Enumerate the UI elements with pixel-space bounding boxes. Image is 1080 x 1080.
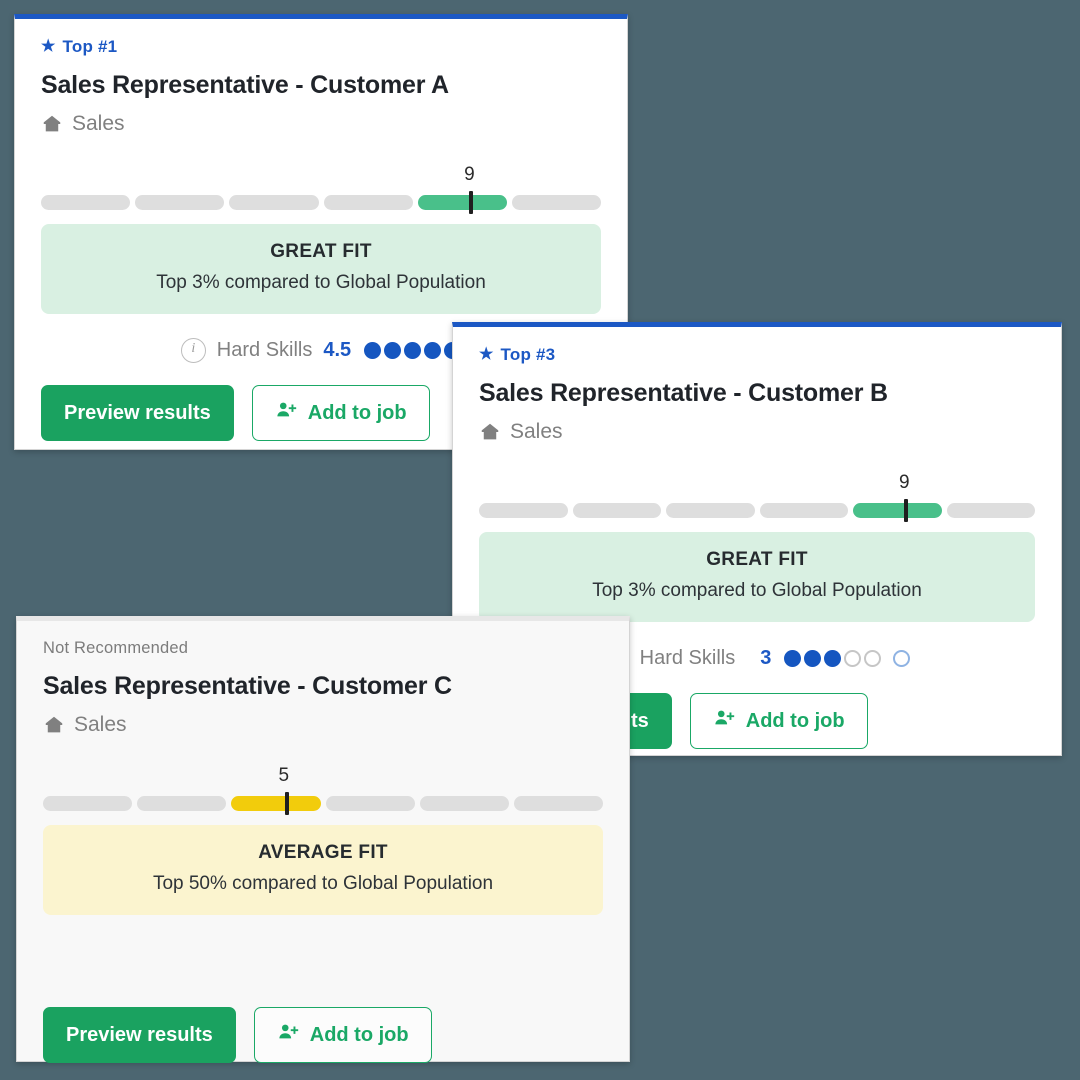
score-segment-active — [231, 792, 321, 815]
star-icon: ★ — [479, 346, 494, 363]
rating-dot — [824, 650, 842, 667]
score-segment-active — [853, 499, 942, 522]
department-label: Sales — [72, 112, 125, 135]
rating-dot — [364, 342, 382, 359]
candidate-card-c[interactable]: Not Recommended Sales Representative - C… — [16, 616, 630, 1063]
department-row-b: Sales — [479, 420, 1035, 444]
rating-dot-extra — [893, 650, 911, 667]
rating-dot — [844, 650, 862, 667]
score-segment — [479, 503, 568, 518]
fit-label: GREAT FIT — [706, 549, 808, 570]
score-segment — [229, 195, 319, 210]
preview-results-button[interactable]: Preview results — [43, 1007, 236, 1063]
score-marker — [469, 191, 474, 214]
hard-skills-value: 3 — [760, 647, 772, 669]
hard-skills-label: Hard Skills — [216, 339, 313, 361]
rank-badge-label: Not Recommended — [43, 639, 189, 657]
score-segment — [135, 195, 225, 210]
home-icon — [479, 421, 501, 443]
score-segment — [41, 195, 131, 210]
department-row-c: Sales — [43, 713, 603, 737]
rank-badge-label: Top #3 — [500, 345, 556, 364]
add-to-job-button[interactable]: Add to job — [251, 385, 430, 441]
add-to-job-label: Add to job — [745, 709, 845, 732]
page-title-c: Sales Representative - Customer C — [43, 672, 452, 700]
fit-label: GREAT FIT — [270, 241, 372, 262]
person-add-icon — [275, 399, 297, 427]
person-add-icon — [713, 707, 735, 735]
add-to-job-label: Add to job — [309, 1023, 409, 1046]
score-segment — [419, 796, 509, 811]
hard-skills-dots — [364, 342, 462, 359]
home-icon — [43, 714, 65, 736]
rating-dot — [784, 650, 802, 667]
score-segment-active — [417, 191, 507, 214]
fit-subtitle: Top 50% compared to Global Population — [152, 873, 494, 894]
score-segment — [513, 796, 604, 811]
score-value-b: 9 — [899, 472, 910, 493]
rank-badge-c: Not Recommended — [43, 621, 603, 658]
person-add-icon — [277, 1021, 299, 1049]
department-label: Sales — [74, 713, 127, 736]
fit-badge-a: GREAT FIT Top 3% compared to Global Popu… — [41, 224, 601, 314]
hard-skills-dots — [784, 650, 911, 667]
department-label: Sales — [510, 420, 563, 443]
score-marker — [904, 499, 909, 522]
fit-badge-c: AVERAGE FIT Top 50% compared to Global P… — [43, 825, 603, 915]
fit-subtitle: Top 3% compared to Global Population — [156, 272, 486, 293]
score-segment — [572, 503, 661, 518]
score-segment — [666, 503, 755, 518]
home-icon — [41, 113, 63, 135]
department-row-a: Sales — [41, 112, 601, 136]
hard-skills-value: 4.5 — [323, 339, 352, 361]
hard-skills-label: Hard Skills — [639, 647, 736, 669]
score-segment — [323, 195, 413, 210]
page-title-a: Sales Representative - Customer A — [41, 71, 449, 99]
rating-dot — [864, 650, 882, 667]
action-buttons-c: Preview results Add to job — [43, 1007, 603, 1063]
score-marker — [284, 792, 289, 815]
score-bar-b: 9 — [479, 472, 1035, 522]
add-to-job-button[interactable]: Add to job — [253, 1007, 432, 1063]
rating-dot — [384, 342, 402, 359]
rank-badge-a: ★ Top #1 — [41, 19, 601, 57]
score-value-c: 5 — [278, 765, 290, 786]
add-to-job-label: Add to job — [307, 401, 407, 424]
rank-badge-label: Top #1 — [62, 37, 118, 56]
rating-dot — [804, 650, 822, 667]
score-segment — [759, 503, 848, 518]
score-bar-c: 5 — [43, 765, 604, 815]
rating-dot — [424, 342, 442, 359]
star-icon: ★ — [41, 38, 56, 55]
preview-results-button[interactable]: Preview results — [41, 385, 234, 441]
fit-label: AVERAGE FIT — [258, 842, 388, 863]
fit-badge-b: GREAT FIT Top 3% compared to Global Popu… — [479, 532, 1035, 622]
info-circle-icon[interactable]: i — [180, 338, 206, 363]
rating-dot — [404, 342, 422, 359]
score-segment — [946, 503, 1035, 518]
score-segment — [325, 796, 415, 811]
rank-badge-b: ★ Top #3 — [479, 327, 1035, 365]
score-segment — [137, 796, 227, 811]
score-segment — [43, 796, 133, 811]
score-value-a: 9 — [464, 164, 475, 185]
score-bar-a: 9 — [41, 164, 602, 214]
add-to-job-button[interactable]: Add to job — [689, 693, 868, 749]
fit-subtitle: Top 3% compared to Global Population — [592, 580, 922, 601]
score-segment — [511, 195, 602, 210]
page-title-b: Sales Representative - Customer B — [479, 379, 888, 407]
